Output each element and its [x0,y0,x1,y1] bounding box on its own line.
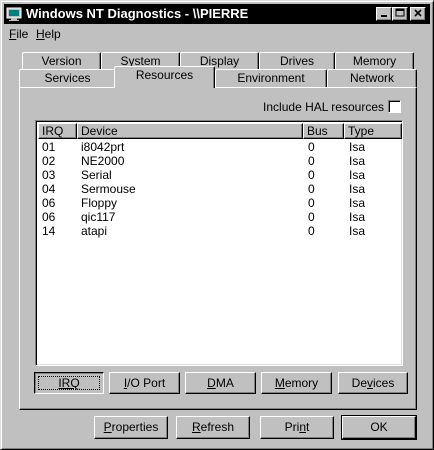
cell-device: Serial [81,168,112,182]
cell-irq: 03 [42,168,56,182]
cell-type: Isa [349,168,366,182]
tab-resources[interactable]: Resources [114,66,215,88]
cell-irq: 06 [42,210,56,224]
devices-view-button[interactable]: Devices [338,372,408,394]
tab-network[interactable]: Network [327,69,417,88]
cell-bus: 0 [308,182,315,196]
io-port-view-button[interactable]: I/O Port [109,372,180,394]
cell-bus: 0 [308,196,315,210]
focus-rectangle [38,376,100,390]
dma-view-button[interactable]: DMA [185,372,256,394]
include-hal-checkbox[interactable] [388,100,401,113]
cell-bus: 0 [308,140,315,154]
cell-type: Isa [349,196,366,210]
maximize-button[interactable] [392,7,408,21]
cell-bus: 0 [308,168,315,182]
cell-irq: 06 [42,196,56,210]
close-icon [414,9,422,17]
cell-device: qic117 [81,210,116,224]
hal-checkbox-label[interactable]: Include HAL resources [263,100,384,114]
menu-file[interactable]: File [9,26,28,42]
cell-device: Floppy [81,196,118,210]
refresh-button[interactable]: Refresh [176,416,250,439]
memory-view-button[interactable]: Memory [261,372,332,394]
cell-type: Isa [349,140,366,154]
properties-hotkey: P [103,420,112,434]
cell-type: Isa [349,224,366,238]
resources-panel: Include HAL resources IRQ Device Bus Typ… [19,87,417,410]
ok-button[interactable]: OK [341,415,417,440]
cell-irq: 04 [42,182,56,196]
cell-irq: 01 [42,140,56,154]
cell-bus: 0 [308,224,315,238]
column-header-bus[interactable]: Bus [303,123,344,139]
column-header-irq[interactable]: IRQ [38,123,77,139]
dma-label: MA [215,376,234,390]
devices-label-end: ices [373,376,395,390]
title-bar[interactable]: Windows NT Diagnostics - \\PIERRE [4,4,430,24]
memory-hotkey: M [274,376,285,390]
cell-type: Isa [349,210,366,224]
properties-button[interactable]: Properties [94,416,168,439]
diagnostics-window: Windows NT Diagnostics - \\PIERRE File H… [0,0,434,450]
print-button[interactable]: Print [260,416,334,439]
minimize-button[interactable] [376,7,392,21]
cell-irq: 14 [42,224,56,238]
list-header: IRQ Device Bus Type [38,123,402,139]
cell-type: Isa [349,154,366,168]
dma-hotkey: D [207,376,216,390]
cell-device: NE2000 [81,154,125,168]
close-button[interactable] [410,7,426,21]
ok-label: OK [370,420,388,434]
properties-label: roperties [111,420,159,434]
cell-bus: 0 [308,210,315,224]
cell-irq: 02 [42,154,56,168]
refresh-label: efresh [200,420,235,434]
irq-view-button[interactable]: IRQ [34,372,104,394]
io-port-label: /O Port [127,376,166,390]
cell-bus: 0 [308,154,315,168]
menu-help-hotkey: H [36,27,45,41]
menu-help-label: elp [44,27,61,41]
column-header-type[interactable]: Type [344,123,402,139]
menu-help[interactable]: Help [36,26,61,42]
minimize-icon [381,15,387,17]
window-title: Windows NT Diagnostics - \\PIERRE [26,6,249,21]
maximize-icon [395,8,405,17]
column-header-device[interactable]: Device [77,123,303,139]
print-hotkey: n [299,420,306,434]
print-label-end: t [306,420,310,434]
tab-environment[interactable]: Environment [215,69,327,88]
resources-list[interactable]: IRQ Device Bus Type 01 i8042prt 0 Isa 02… [35,120,403,366]
cell-type: Isa [349,182,366,196]
cell-device: atapi [81,224,108,238]
tab-services[interactable]: Services [19,69,116,88]
devices-label-start: De [351,376,367,390]
print-label-start: Pri [284,420,300,434]
diagnostics-app-icon [6,7,22,21]
cell-device: Sermouse [81,182,136,196]
cell-device: i8042prt [81,140,125,154]
memory-label: emory [284,376,319,390]
menu-file-label: ile [16,27,29,41]
refresh-hotkey: R [191,420,201,434]
